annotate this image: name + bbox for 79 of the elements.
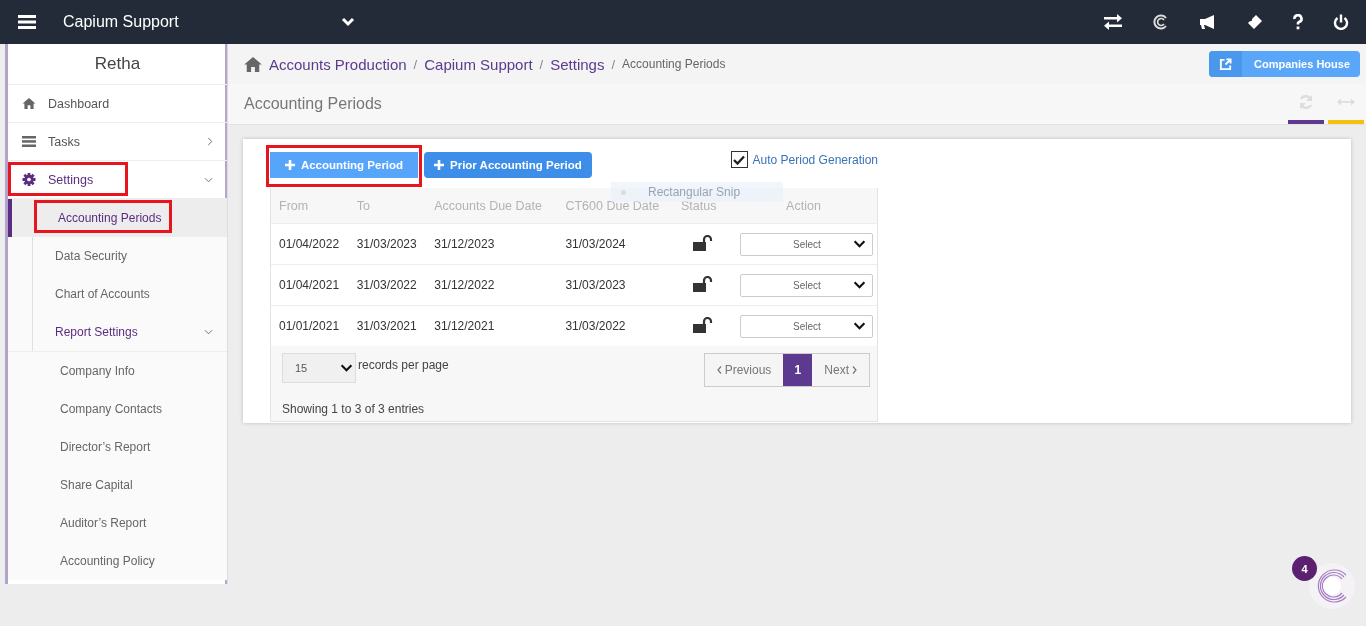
account-name[interactable]: Capium Support <box>63 13 179 31</box>
home-icon[interactable] <box>244 56 262 72</box>
breadcrumb-separator: / <box>539 56 544 72</box>
sidebar-item[interactable]: Tasks <box>8 123 227 161</box>
help-icon[interactable] <box>1293 14 1303 30</box>
submenu-item[interactable]: Company Info <box>8 352 227 390</box>
submenu-item[interactable]: Accounting Policy <box>8 542 227 580</box>
column-header: Accounts Due Date <box>434 198 542 213</box>
table-cell: 31/03/2023 <box>565 278 626 292</box>
c-logo-icon[interactable] <box>1153 14 1169 30</box>
breadcrumb-separator: / <box>413 56 418 72</box>
action-dropdown[interactable]: Select <box>740 273 873 297</box>
snip-overlay: Rectangular Snip <box>611 182 783 202</box>
action-dropdown[interactable]: Select <box>740 314 873 338</box>
chat-logo-icon[interactable] <box>1308 562 1356 610</box>
plus-icon <box>284 160 295 170</box>
table-cell: 01/04/2022 <box>279 237 340 251</box>
table-cell: 31/03/2021 <box>356 319 417 333</box>
chevron-right-icon <box>852 366 857 374</box>
table-cell: 01/01/2021 <box>279 319 340 333</box>
submenu-item[interactable]: Company Contacts <box>8 390 227 428</box>
power-icon[interactable] <box>1333 14 1349 30</box>
submenu-item[interactable]: Auditor’s Report <box>8 504 227 542</box>
column-header: To <box>356 198 370 213</box>
item-label: Settings <box>48 172 94 187</box>
table-cell: 31/12/2023 <box>434 237 495 251</box>
item-label: Report Settings <box>55 325 138 339</box>
page-size-dropdown[interactable]: 15 <box>282 353 356 383</box>
table-cell: 31/03/2022 <box>565 319 626 333</box>
submenu-item[interactable]: Share Capital <box>8 466 227 504</box>
chevron-left-icon <box>716 366 722 374</box>
user-name: Retha <box>8 44 227 85</box>
submenu-item[interactable]: Chart of Accounts <box>32 275 227 313</box>
chevron-down-icon <box>853 240 866 248</box>
chevron-down-icon <box>853 322 866 330</box>
column-header: From <box>279 198 309 213</box>
checkbox[interactable] <box>730 151 748 168</box>
chevron-down-icon <box>853 281 866 289</box>
table-cell: 31/03/2022 <box>356 278 417 292</box>
breadcrumb-separator: / <box>611 56 616 72</box>
entries-summary: Showing 1 to 3 of 3 entries <box>282 402 426 416</box>
table-cell: 31/03/2024 <box>565 237 626 251</box>
ticket-icon[interactable] <box>1247 14 1263 30</box>
breadcrumb-link[interactable]: Accounts Production <box>269 55 407 73</box>
column-header: Action <box>786 198 821 213</box>
action-dropdown[interactable]: Select <box>740 232 873 256</box>
item-label: Data Security <box>55 249 128 263</box>
add-button[interactable]: Prior Accounting Period <box>424 152 592 178</box>
tasks-icon <box>22 136 36 147</box>
submenu-item[interactable]: Accounting Periods <box>8 199 227 237</box>
breadcrumb-link[interactable]: Capium Support <box>424 55 533 73</box>
swap-arrows-icon[interactable] <box>1103 14 1123 30</box>
item-label: Tasks <box>48 134 80 149</box>
notification-badge: 4 <box>1292 556 1317 581</box>
checkbox-label[interactable]: Auto Period Generation <box>752 152 878 167</box>
table-cell: 31/03/2023 <box>356 237 417 251</box>
sidebar-item[interactable]: Dashboard <box>8 85 227 123</box>
submenu-item[interactable]: Report Settings <box>32 313 227 351</box>
breadcrumb-link[interactable]: Settings <box>550 55 605 73</box>
submenu-item[interactable]: Director’s Report <box>8 428 227 466</box>
chevron-down-icon <box>340 364 353 372</box>
page-title: Accounting Periods <box>244 95 382 113</box>
menu-icon[interactable] <box>18 15 36 29</box>
table-cell: 01/04/2021 <box>279 278 340 292</box>
page-button[interactable]: 1 <box>783 354 813 386</box>
item-label: Chart of Accounts <box>55 287 150 301</box>
table-cell: 31/12/2022 <box>434 278 495 292</box>
item-label: Dashboard <box>48 96 110 111</box>
external-link-icon <box>1219 57 1233 71</box>
megaphone-icon[interactable] <box>1199 14 1217 30</box>
breadcrumb-current: Accounting Periods <box>622 57 726 71</box>
settings-icon <box>22 173 36 186</box>
home-icon <box>22 98 36 109</box>
plus-icon <box>434 160 444 170</box>
page-size-label: records per page <box>358 358 449 372</box>
submenu-item[interactable]: Data Security <box>32 237 227 275</box>
table-cell: 31/12/2021 <box>434 319 495 333</box>
chevron-down-icon[interactable] <box>340 17 355 27</box>
item-label: Accounting Periods <box>58 211 162 225</box>
